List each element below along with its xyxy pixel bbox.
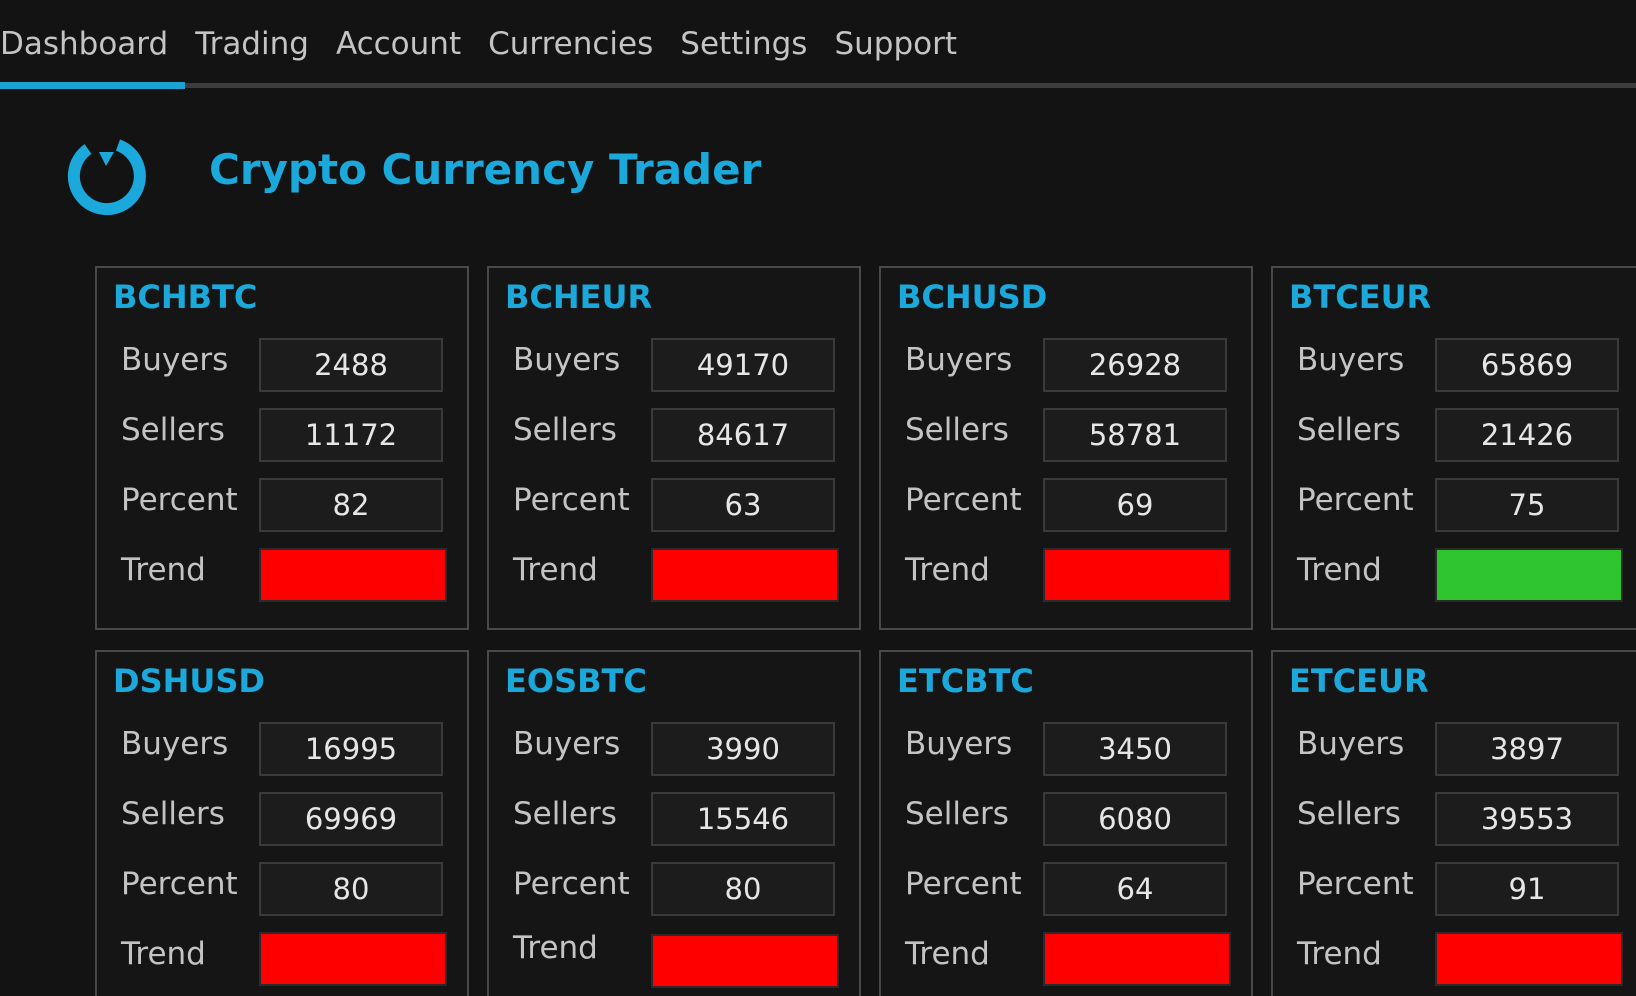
trend-indicator	[1043, 548, 1231, 602]
sellers-label: Sellers	[513, 412, 617, 448]
trend-label: Trend	[905, 936, 990, 972]
percent-value: 91	[1435, 862, 1619, 916]
trend-label: Trend	[513, 552, 598, 588]
app-title: Crypto Currency Trader	[209, 145, 762, 194]
tab-currencies[interactable]: Currencies	[474, 22, 666, 66]
sellers-value: 21426	[1435, 408, 1619, 462]
sellers-label: Sellers	[1297, 412, 1401, 448]
percent-label: Percent	[1297, 482, 1414, 518]
trend-indicator	[1043, 932, 1231, 986]
tab-support[interactable]: Support	[820, 22, 970, 66]
buyers-value: 3990	[651, 722, 835, 776]
buyers-value: 3450	[1043, 722, 1227, 776]
trend-label: Trend	[121, 936, 206, 972]
trend-indicator	[651, 548, 839, 602]
buyers-value: 2488	[259, 338, 443, 392]
pair-card-eosbtc: EOSBTC Buyers 3990 Sellers 15546 Percent…	[487, 650, 861, 996]
pair-name: ETCBTC	[897, 662, 1034, 700]
buyers-value: 3897	[1435, 722, 1619, 776]
trend-label: Trend	[513, 930, 598, 966]
pair-name: EOSBTC	[505, 662, 647, 700]
pair-card-etcbtc: ETCBTC Buyers 3450 Sellers 6080 Percent …	[879, 650, 1253, 996]
percent-label: Percent	[513, 482, 630, 518]
pair-card-dshusd: DSHUSD Buyers 16995 Sellers 69969 Percen…	[95, 650, 469, 996]
buyers-label: Buyers	[1297, 726, 1405, 762]
sellers-label: Sellers	[513, 796, 617, 832]
percent-label: Percent	[905, 482, 1022, 518]
percent-label: Percent	[905, 866, 1022, 902]
tab-settings[interactable]: Settings	[666, 22, 820, 66]
percent-value: 64	[1043, 862, 1227, 916]
pair-name: BCHUSD	[897, 278, 1048, 316]
percent-value: 82	[259, 478, 443, 532]
buyers-label: Buyers	[905, 726, 1013, 762]
percent-value: 80	[651, 862, 835, 916]
trend-indicator	[1435, 932, 1623, 986]
buyers-label: Buyers	[1297, 342, 1405, 378]
buyers-label: Buyers	[513, 726, 621, 762]
trend-label: Trend	[121, 552, 206, 588]
buyers-label: Buyers	[121, 726, 229, 762]
percent-value: 69	[1043, 478, 1227, 532]
pair-card-bchusd: BCHUSD Buyers 26928 Sellers 58781 Percen…	[879, 266, 1253, 630]
sellers-label: Sellers	[905, 796, 1009, 832]
percent-value: 80	[259, 862, 443, 916]
percent-value: 63	[651, 478, 835, 532]
trend-label: Trend	[1297, 552, 1382, 588]
pair-card-btceur: BTCEUR Buyers 65869 Sellers 21426 Percen…	[1271, 266, 1636, 630]
buyers-value: 49170	[651, 338, 835, 392]
sellers-label: Sellers	[121, 412, 225, 448]
buyers-label: Buyers	[121, 342, 229, 378]
pair-name: DSHUSD	[113, 662, 265, 700]
buyers-value: 65869	[1435, 338, 1619, 392]
active-tab-indicator	[0, 82, 185, 89]
trend-indicator	[259, 932, 447, 986]
tab-list: Dashboard Trading Account Currencies Set…	[0, 22, 970, 66]
trend-indicator	[651, 934, 839, 988]
buyers-label: Buyers	[905, 342, 1013, 378]
pair-card-etceur: ETCEUR Buyers 3897 Sellers 39553 Percent…	[1271, 650, 1636, 996]
sellers-label: Sellers	[905, 412, 1009, 448]
tab-dashboard[interactable]: Dashboard	[0, 22, 181, 66]
trend-indicator	[1435, 548, 1623, 602]
tab-account[interactable]: Account	[322, 22, 474, 66]
percent-label: Percent	[1297, 866, 1414, 902]
percent-label: Percent	[513, 866, 630, 902]
sellers-label: Sellers	[121, 796, 225, 832]
pair-name: ETCEUR	[1289, 662, 1429, 700]
trend-label: Trend	[1297, 936, 1382, 972]
buyers-label: Buyers	[513, 342, 621, 378]
percent-value: 75	[1435, 478, 1619, 532]
sellers-value: 15546	[651, 792, 835, 846]
buyers-value: 26928	[1043, 338, 1227, 392]
pair-card-bcheur: BCHEUR Buyers 49170 Sellers 84617 Percen…	[487, 266, 861, 630]
sellers-value: 6080	[1043, 792, 1227, 846]
tab-divider	[0, 83, 1636, 88]
sellers-value: 11172	[259, 408, 443, 462]
pair-card-bchbtc: BCHBTC Buyers 2488 Sellers 11172 Percent…	[95, 266, 469, 630]
tab-trading[interactable]: Trading	[181, 22, 322, 66]
refresh-logo-icon	[67, 139, 146, 216]
buyers-value: 16995	[259, 722, 443, 776]
sellers-value: 69969	[259, 792, 443, 846]
percent-label: Percent	[121, 482, 238, 518]
pair-name: BCHBTC	[113, 278, 258, 316]
pair-name: BCHEUR	[505, 278, 653, 316]
trend-indicator	[259, 548, 447, 602]
sellers-value: 39553	[1435, 792, 1619, 846]
sellers-label: Sellers	[1297, 796, 1401, 832]
tab-bar: Dashboard Trading Account Currencies Set…	[0, 0, 1636, 89]
pair-name: BTCEUR	[1289, 278, 1432, 316]
trader-window: Dashboard Trading Account Currencies Set…	[0, 0, 1636, 996]
sellers-value: 84617	[651, 408, 835, 462]
percent-label: Percent	[121, 866, 238, 902]
trend-label: Trend	[905, 552, 990, 588]
sellers-value: 58781	[1043, 408, 1227, 462]
